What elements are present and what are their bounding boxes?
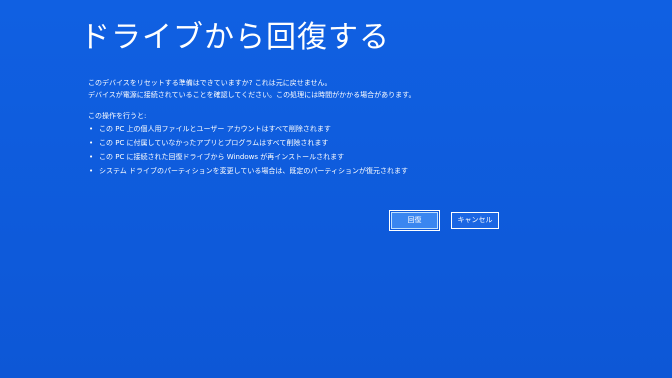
bullet-icon: •	[89, 139, 94, 147]
intro-line-power: デバイスが電源に接続されていることを確認してください。この処理には時間がかかる場…	[88, 91, 416, 99]
recover-button[interactable]: 回復	[390, 211, 439, 230]
list-item-text: この PC に接続された回復ドライブから Windows が再インストールされま…	[99, 153, 345, 161]
cancel-button[interactable]: キャンセル	[451, 212, 499, 229]
list-item-text: システム ドライブのパーティションを変更している場合は、既定のパーティションが復…	[99, 167, 408, 175]
actions-heading: この操作を行うと:	[88, 112, 147, 120]
bullet-icon: •	[89, 153, 94, 161]
intro-line-confirm: このデバイスをリセットする準備はできていますか? これは元に戻せません。	[88, 79, 332, 87]
list-item: • この PC に付属していなかったアプリとプログラムはすべて削除されます	[88, 136, 588, 150]
list-item-text: この PC 上の個人用ファイルとユーザー アカウントはすべて削除されます	[99, 125, 331, 133]
bullet-icon: •	[89, 125, 94, 133]
list-item: • この PC 上の個人用ファイルとユーザー アカウントはすべて削除されます	[88, 122, 588, 136]
list-item: • システム ドライブのパーティションを変更している場合は、既定のパーティション…	[88, 164, 588, 178]
list-item: • この PC に接続された回復ドライブから Windows が再インストールさ…	[88, 150, 588, 164]
recovery-screen: ドライブから回復する このデバイスをリセットする準備はできていますか? これは元…	[0, 0, 672, 378]
recovery-description: このデバイスをリセットする準備はできていますか? これは元に戻せません。 デバイ…	[88, 77, 588, 178]
page-title: ドライブから回復する	[80, 20, 390, 55]
bullet-icon: •	[89, 167, 94, 175]
list-item-text: この PC に付属していなかったアプリとプログラムはすべて削除されます	[99, 139, 329, 147]
actions-list: • この PC 上の個人用ファイルとユーザー アカウントはすべて削除されます •…	[88, 122, 588, 178]
